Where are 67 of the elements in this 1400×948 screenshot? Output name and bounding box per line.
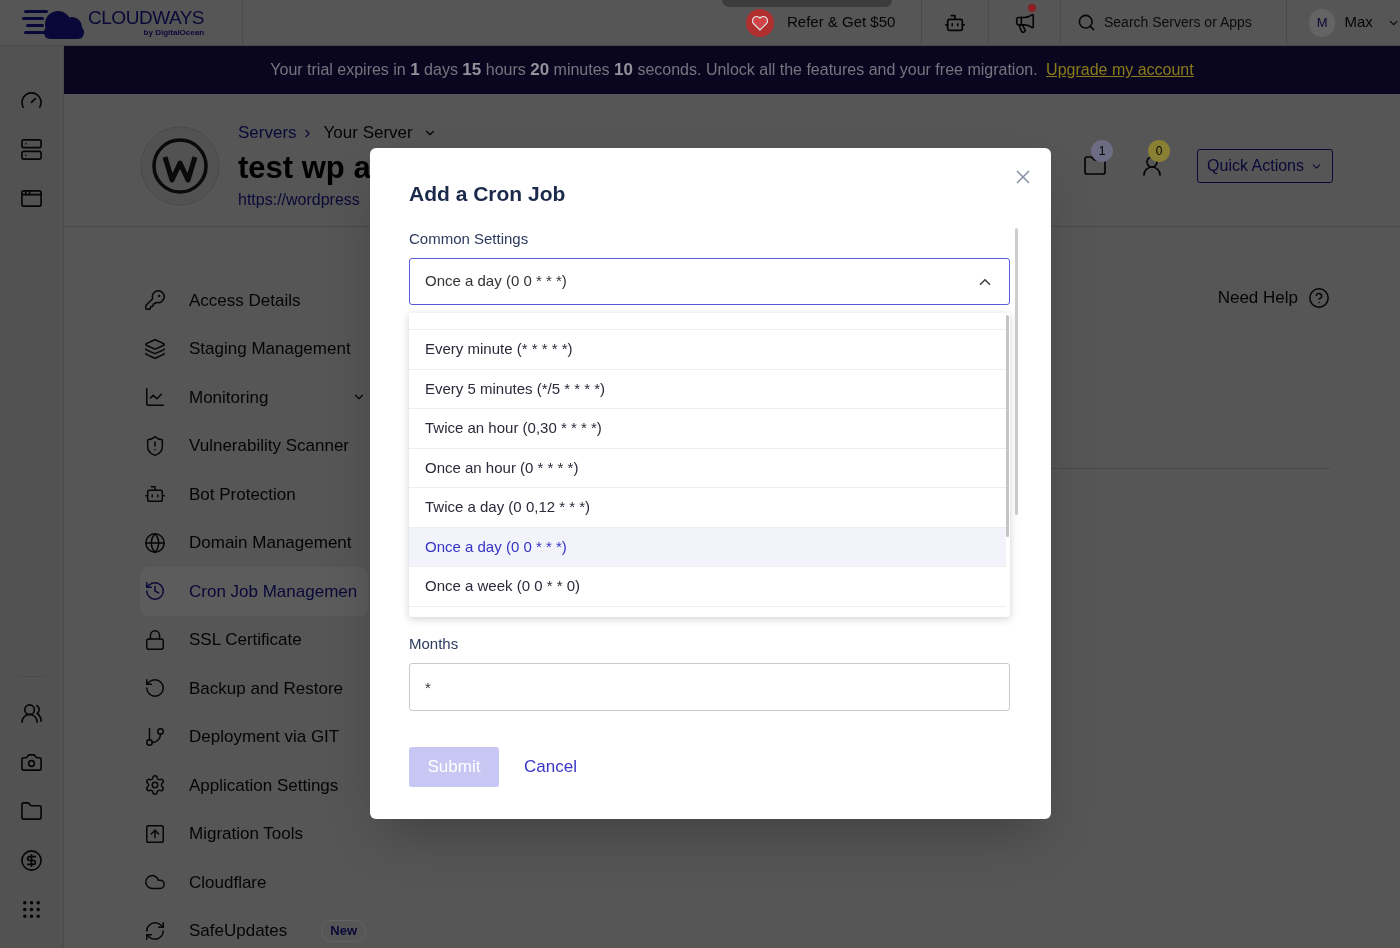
breadcrumb-link[interactable]: Servers (238, 120, 297, 146)
nav-item[interactable]: Cloudflare (140, 858, 368, 907)
cancel-link[interactable]: Cancel (524, 754, 577, 780)
users-icon[interactable] (20, 702, 43, 725)
nav-item[interactable]: Vulnerability Scanner (140, 421, 368, 470)
nav-item[interactable]: Migration Tools (140, 809, 368, 858)
brand-name: CLOUDWAYS (88, 7, 205, 28)
dropdown-option[interactable]: Once a day (0 0 * * *) (409, 527, 1006, 567)
help-link[interactable]: Need Help (1217, 285, 1298, 311)
nav-item[interactable]: Cron Job Managemen (140, 567, 368, 616)
nav-item[interactable]: Application Settings (140, 761, 368, 810)
nav-item[interactable]: Staging Management (140, 324, 368, 373)
layers-icon (144, 337, 166, 360)
upgrade-link[interactable]: Upgrade my account (1046, 61, 1194, 79)
dropdown-option[interactable]: Once an hour (0 * * * *) (409, 448, 1006, 488)
modal-title: Add a Cron Job (409, 182, 567, 206)
lock-icon (144, 628, 166, 651)
refresh-icon (144, 919, 166, 942)
upload-icon (144, 822, 166, 845)
window-icon[interactable] (20, 187, 43, 210)
app-url-link[interactable]: https://wordpress (238, 187, 360, 212)
nav-item[interactable]: Monitoring (140, 373, 368, 422)
git-branch-icon (144, 725, 166, 748)
field-label: Common Settings (409, 229, 529, 249)
server-title: test wp a (238, 148, 371, 187)
megaphone-icon[interactable] (1013, 11, 1036, 34)
refer-link[interactable]: Refer & Get $50 (787, 11, 896, 34)
nav-item[interactable]: Domain Management (140, 518, 368, 567)
dropdown-option[interactable]: Once a week (0 0 * * 0) (409, 567, 1006, 607)
nav-item[interactable]: Access Details (140, 276, 368, 325)
count-badge: 1 (1091, 140, 1114, 162)
nav-item[interactable]: Backup and Restore (140, 664, 368, 713)
line-chart-icon (144, 386, 166, 409)
globe-icon (144, 531, 166, 554)
user-avatar[interactable]: M (1309, 8, 1336, 37)
camera-icon[interactable] (20, 751, 43, 774)
grid-dots-icon[interactable] (20, 898, 43, 921)
search-field[interactable]: Search Servers or Apps (1104, 12, 1284, 33)
dropdown-option[interactable]: Every 5 minutes (*/5 * * * *) (409, 369, 1006, 409)
trial-notice: Your trial expires in 1 days 15 hours 20 minutes 10 seconds. Unlock all the features and your free migration. Upgrade my account (270, 59, 1194, 82)
help-icon[interactable] (1308, 287, 1330, 309)
quick-actions-button[interactable]: Quick Actions (1197, 149, 1333, 183)
shield-alert-icon (144, 434, 166, 457)
select-field[interactable]: Once a day (0 0 * * *) (409, 258, 1010, 305)
key-icon (144, 289, 166, 312)
history-icon (144, 580, 166, 603)
rotate-icon (144, 677, 166, 700)
settings-icon (144, 774, 166, 797)
brand-tagline: by DigitalOcean (143, 27, 205, 38)
search-icon[interactable] (1077, 13, 1096, 32)
dropdown-option[interactable]: Every minute (* * * * *) (409, 330, 1006, 370)
months-field[interactable]: * (409, 663, 1010, 711)
site-logo-icon (140, 126, 220, 206)
server-icon[interactable] (20, 138, 43, 161)
nav-item[interactable]: SSL Certificate (140, 615, 368, 664)
nav-item[interactable]: Bot Protection (140, 470, 368, 519)
nav-item[interactable]: Deployment via GIT (140, 712, 368, 761)
folder-icon[interactable] (20, 800, 43, 823)
dropdown-option[interactable]: Twice a day (0 0,12 * * *) (409, 488, 1006, 528)
field-label: Months (409, 634, 459, 654)
server-switcher[interactable]: Your Server (323, 120, 437, 146)
count-badge: 0 (1148, 140, 1171, 162)
user-name[interactable]: Max (1344, 11, 1373, 34)
dollar-icon[interactable] (20, 849, 43, 872)
nav-item[interactable]: SafeUpdates New (140, 906, 368, 948)
folder-icon[interactable] (1083, 154, 1108, 178)
dropdown-option[interactable]: Twice an hour (0,30 * * * *) (409, 409, 1006, 449)
